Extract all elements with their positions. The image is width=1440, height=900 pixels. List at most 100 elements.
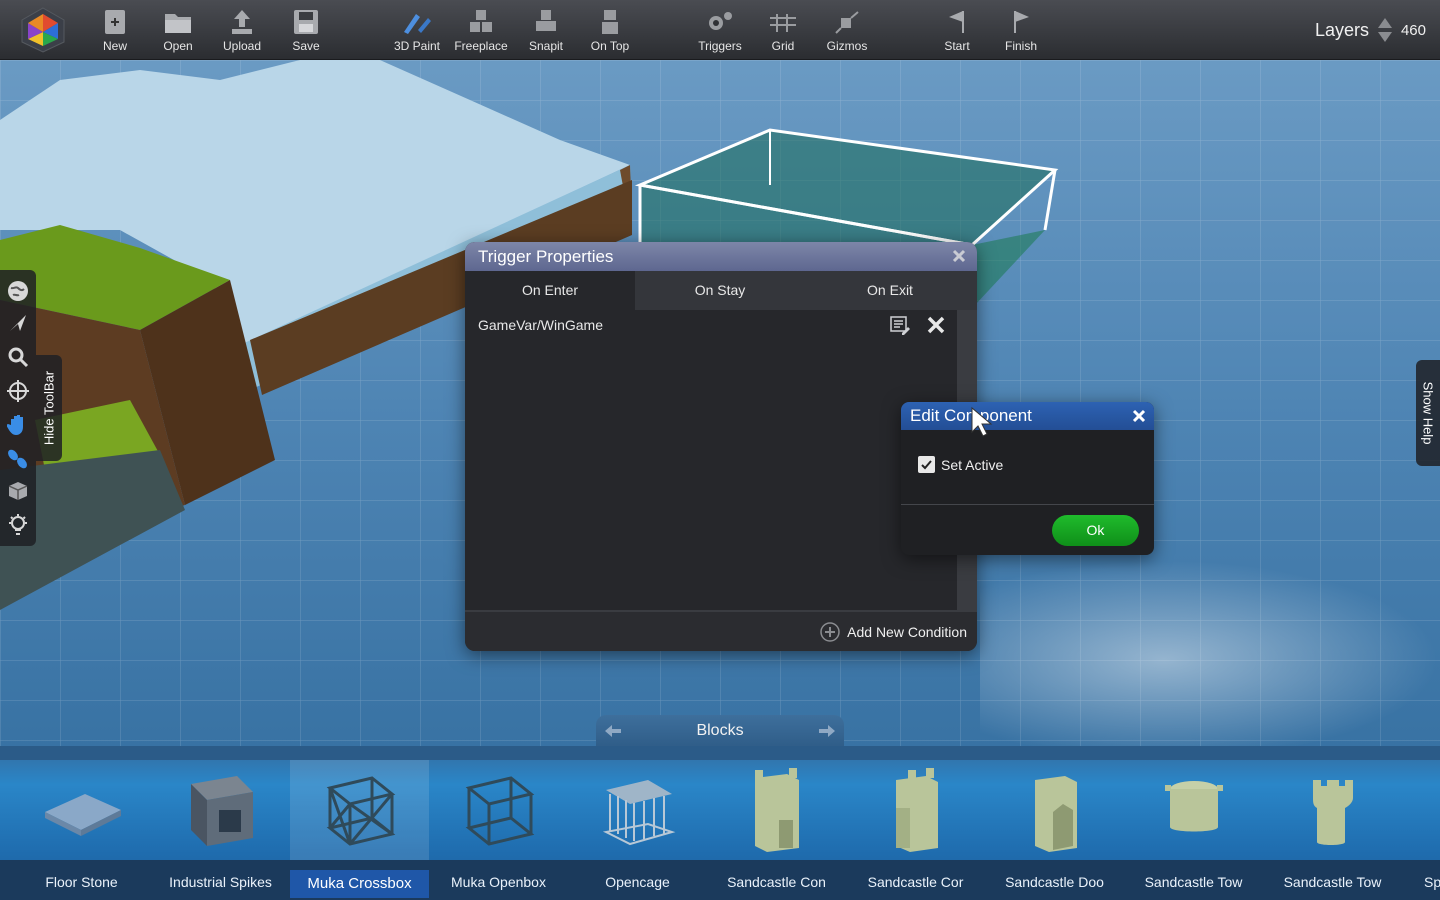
- snapit-label: Snapit: [528, 39, 564, 53]
- arrow-right-icon[interactable]: [818, 723, 836, 739]
- hide-toolbar-label: Hide ToolBar: [41, 370, 57, 446]
- edit-component-titlebar[interactable]: Edit Component: [901, 402, 1154, 430]
- new-button[interactable]: New: [83, 6, 147, 56]
- trigger-dialog-footer: Add New Condition: [465, 610, 977, 651]
- block-item[interactable]: Opencage: [568, 760, 707, 900]
- palette-header-band: [0, 746, 1440, 760]
- select-arrow-icon[interactable]: [5, 310, 31, 336]
- show-help-tab[interactable]: Show Help: [1416, 360, 1440, 466]
- new-label: New: [102, 39, 127, 53]
- block-item-label: Muka Crossbox: [290, 870, 429, 898]
- block-item[interactable]: Sandcastle Doo: [985, 760, 1124, 900]
- industrial-spikes-thumbnail: [151, 760, 290, 860]
- block-item[interactable]: Sandcastle Tow: [1263, 760, 1402, 900]
- delete-condition-icon[interactable]: [925, 314, 947, 336]
- block-item[interactable]: Sandcastle Cor: [846, 760, 985, 900]
- gizmo-icon: [835, 11, 859, 34]
- finish-flag-icon: [1014, 11, 1029, 33]
- block-item[interactable]: Industrial Spikes: [151, 760, 290, 900]
- footprints-icon[interactable]: [5, 446, 31, 472]
- trigger-tabs: On Enter On Stay On Exit: [465, 271, 977, 310]
- upload-button[interactable]: Upload: [210, 6, 274, 56]
- edit-component-dialog: Edit Component Set Active Ok: [901, 402, 1154, 555]
- edit-condition-icon[interactable]: [889, 314, 911, 336]
- open-label: Open: [163, 39, 193, 53]
- cubes-icon: [470, 10, 492, 32]
- start-flag-icon: [949, 11, 964, 33]
- block-item[interactable]: Sp: [1402, 760, 1440, 900]
- add-new-condition-button[interactable]: Add New Condition: [819, 621, 967, 643]
- triggers-label: Triggers: [698, 39, 742, 53]
- gears-icon: [709, 12, 732, 30]
- trigger-dialog-titlebar[interactable]: Trigger Properties: [465, 242, 977, 271]
- orbit-icon[interactable]: [5, 378, 31, 404]
- block-item-label: Industrial Spikes: [169, 874, 272, 890]
- opencage-thumbnail: [568, 760, 707, 860]
- on-top-button[interactable]: On Top: [578, 6, 642, 56]
- block-item[interactable]: Sandcastle Con: [707, 760, 846, 900]
- blocks-category-nav: Blocks: [596, 715, 844, 747]
- show-help-label: Show Help: [1420, 381, 1436, 445]
- grid-button[interactable]: Grid: [751, 6, 815, 56]
- new-file-icon: [105, 10, 125, 34]
- divider: [901, 504, 1154, 505]
- sandcastle-con-thumbnail: [707, 760, 846, 860]
- layer-updown-icon[interactable]: [1377, 16, 1393, 44]
- plus-circle-icon: [820, 622, 840, 642]
- open-button[interactable]: Open: [146, 6, 210, 56]
- block-item[interactable]: Muka Openbox: [429, 760, 568, 900]
- layers-label: Layers: [1314, 19, 1369, 40]
- 3d-paint-label: 3D Paint: [393, 39, 441, 53]
- sandcastle-tow-thumbnail: [1263, 760, 1402, 860]
- freeplace-button[interactable]: Freeplace: [449, 6, 513, 56]
- condition-row[interactable]: GameVar/WinGame: [465, 310, 955, 340]
- snapit-button[interactable]: Snapit: [514, 6, 578, 56]
- close-icon[interactable]: [1131, 408, 1147, 424]
- globe-icon[interactable]: [5, 278, 31, 304]
- upload-label: Upload: [222, 39, 262, 53]
- block-item-label: Floor Stone: [45, 874, 118, 890]
- close-icon[interactable]: [951, 248, 967, 264]
- block-item-label: Sandcastle Tow: [1144, 874, 1243, 890]
- cube-icon[interactable]: [5, 478, 31, 504]
- triggers-button[interactable]: Triggers: [688, 6, 752, 56]
- 3d-paint-button[interactable]: 3D Paint: [385, 6, 449, 56]
- tab-on-exit[interactable]: On Exit: [805, 271, 975, 310]
- hide-toolbar-tab[interactable]: Hide ToolBar: [36, 355, 62, 461]
- block-item-selected[interactable]: Muka Crossbox: [290, 760, 429, 900]
- tab-on-enter[interactable]: On Enter: [465, 271, 635, 310]
- block-item-label: Opencage: [605, 874, 670, 890]
- sandcastle-tow-thumbnail: [1124, 760, 1263, 860]
- tab-on-stay[interactable]: On Stay: [635, 271, 805, 310]
- gizmos-label: Gizmos: [826, 39, 868, 53]
- paint-icon: [404, 14, 431, 34]
- finish-label: Finish: [1004, 39, 1037, 53]
- zoom-icon[interactable]: [5, 344, 31, 370]
- snap-cubes-icon: [536, 10, 556, 31]
- start-button[interactable]: Start: [925, 6, 989, 56]
- block-item-label: Sandcastle Tow: [1283, 874, 1382, 890]
- freeplace-label: Freeplace: [454, 39, 508, 53]
- pan-hand-icon[interactable]: [5, 412, 31, 438]
- stack-icon: [602, 10, 618, 34]
- gizmos-button[interactable]: Gizmos: [815, 6, 879, 56]
- start-label: Start: [944, 39, 970, 53]
- upload-icon: [232, 10, 252, 34]
- block-item-label: Muka Openbox: [451, 874, 546, 890]
- block-item[interactable]: Sandcastle Tow: [1124, 760, 1263, 900]
- block-item-label: Sandcastle Doo: [1005, 874, 1104, 890]
- save-button[interactable]: Save: [274, 6, 338, 56]
- set-active-checkbox[interactable]: Set Active: [918, 456, 1003, 473]
- top-toolbar: New Open Upload Save 3D Paint Freeplace …: [0, 0, 1440, 60]
- muka-crossbox-thumbnail: [290, 760, 429, 860]
- block-item-label: Sandcastle Cor: [867, 874, 964, 890]
- mouse-cursor-icon: [971, 406, 993, 437]
- block-item[interactable]: Floor Stone: [12, 760, 151, 900]
- save-label: Save: [292, 39, 320, 53]
- checkbox-checked-icon[interactable]: [918, 456, 935, 473]
- finish-button[interactable]: Finish: [989, 6, 1053, 56]
- lightbulb-icon[interactable]: [5, 512, 31, 538]
- ok-button[interactable]: Ok: [1052, 515, 1139, 546]
- layers-control[interactable]: Layers 460: [1315, 14, 1426, 46]
- app-logo-icon[interactable]: [18, 6, 68, 59]
